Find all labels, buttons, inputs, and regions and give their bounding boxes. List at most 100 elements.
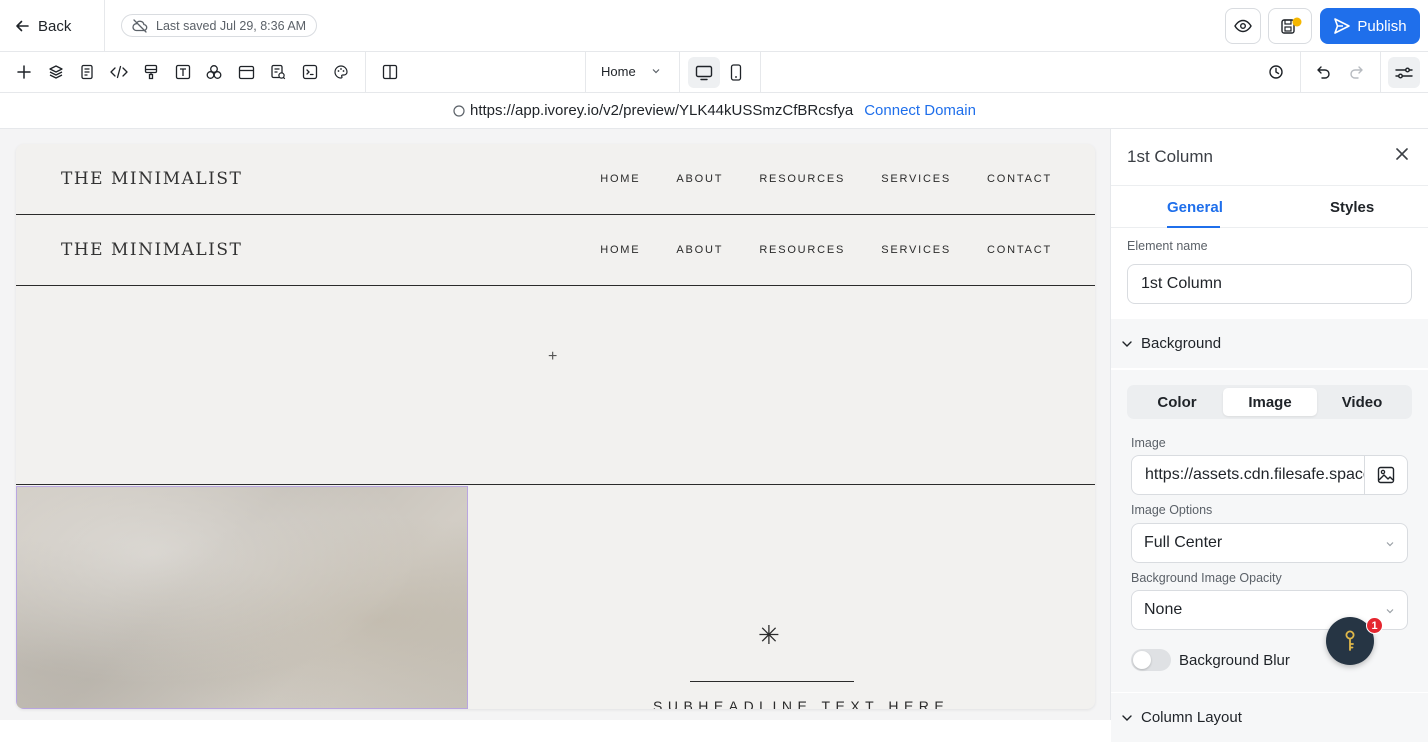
publish-button[interactable]: Publish <box>1320 8 1420 44</box>
chevron-down-icon <box>1385 606 1395 616</box>
header-section[interactable]: THE MINIMALIST HOME ABOUT RESOURCES SERV… <box>16 215 1095 286</box>
tab-general[interactable]: General <box>1167 199 1223 216</box>
image-options-label: Image Options <box>1131 503 1213 517</box>
image-url-input[interactable]: https://assets.cdn.filesafe.space <box>1131 455 1365 495</box>
script-icon[interactable] <box>300 62 320 82</box>
nav-item-services[interactable]: SERVICES <box>881 173 951 185</box>
url-bar: https://app.ivorey.io/v2/preview/YLK44kU… <box>0 93 1428 129</box>
desktop-view-button[interactable] <box>688 57 720 88</box>
opacity-label: Background Image Opacity <box>1131 571 1282 585</box>
editor-canvas: THE MINIMALIST HOME ABOUT RESOURCES SERV… <box>0 129 1110 720</box>
divider <box>104 0 105 52</box>
image-options-value: Full Center <box>1144 534 1223 551</box>
undo-icon[interactable] <box>1314 62 1334 82</box>
nav-item-resources[interactable]: RESOURCES <box>759 244 845 256</box>
image-label: Image <box>1131 436 1166 450</box>
mobile-icon <box>730 64 742 81</box>
mobile-view-button[interactable] <box>720 57 752 88</box>
chevron-down-icon <box>1121 338 1133 350</box>
cloud-off-icon <box>132 18 148 33</box>
element-name-input[interactable]: 1st Column <box>1127 264 1412 304</box>
divider <box>1380 52 1381 93</box>
section-icon[interactable] <box>236 62 256 82</box>
settings-panel-button[interactable] <box>1388 57 1420 88</box>
connect-domain-link[interactable]: Connect Domain <box>864 102 976 119</box>
save-status-badge: Last saved Jul 29, 8:36 AM <box>121 14 318 37</box>
active-tab-indicator <box>1167 226 1220 228</box>
opacity-value: None <box>1144 601 1183 618</box>
divider <box>1300 52 1301 93</box>
arrow-left-icon <box>14 18 30 34</box>
redo-icon[interactable] <box>1346 62 1366 82</box>
code-icon[interactable] <box>109 62 129 82</box>
divider <box>760 52 761 93</box>
divider <box>365 52 366 93</box>
layers-icon[interactable] <box>46 62 66 82</box>
globe-icon <box>453 104 465 117</box>
columns-icon[interactable] <box>380 62 400 82</box>
background-section-header[interactable]: Background <box>1111 319 1428 368</box>
close-icon[interactable] <box>1395 147 1409 161</box>
sliders-icon <box>1395 66 1413 80</box>
image-options-select[interactable]: Full Center <box>1131 523 1408 563</box>
palette-icon[interactable] <box>331 62 351 82</box>
asterisk-icon: ✳ <box>758 620 780 650</box>
divider <box>679 52 680 93</box>
column-layout-section-header[interactable]: Column Layout <box>1111 693 1428 742</box>
eye-icon <box>1234 19 1252 33</box>
editor-toolbar: Home <box>0 52 1428 93</box>
nav-menu[interactable]: HOME ABOUT RESOURCES SERVICES CONTACT <box>600 244 1052 256</box>
nav-item-contact[interactable]: CONTACT <box>987 173 1052 185</box>
divider-line <box>690 681 854 682</box>
add-element-button[interactable]: + <box>548 348 557 366</box>
nav-item-home[interactable]: HOME <box>600 244 640 256</box>
back-button[interactable]: Back <box>14 14 71 38</box>
preview-button[interactable] <box>1225 8 1261 44</box>
page-selector[interactable]: Home <box>601 64 636 79</box>
panel-tabs: General Styles <box>1111 185 1428 228</box>
shapes-icon[interactable] <box>204 62 224 82</box>
nav-item-contact[interactable]: CONTACT <box>987 244 1052 256</box>
desktop-icon <box>695 65 713 81</box>
history-icon[interactable] <box>1266 62 1286 82</box>
nav-menu[interactable]: HOME ABOUT RESOURCES SERVICES CONTACT <box>600 173 1052 185</box>
nav-item-services[interactable]: SERVICES <box>881 244 951 256</box>
back-label: Back <box>38 17 72 35</box>
nav-item-about[interactable]: ABOUT <box>676 244 723 256</box>
key-icon <box>1342 630 1358 652</box>
column-layout-section-label: Column Layout <box>1141 709 1242 726</box>
subheadline-text[interactable]: SUBHEADLINE TEXT HERE <box>653 698 949 709</box>
empty-section[interactable]: + <box>16 286 1095 485</box>
publish-label: Publish <box>1357 17 1407 35</box>
nav-item-about[interactable]: ABOUT <box>676 173 723 185</box>
image-icon <box>1377 466 1395 484</box>
paint-icon[interactable] <box>141 62 161 82</box>
page-preview: THE MINIMALIST HOME ABOUT RESOURCES SERV… <box>16 144 1095 709</box>
first-column-image[interactable] <box>16 486 468 709</box>
top-bar: Back Last saved Jul 29, 8:36 AM Publish <box>0 0 1428 52</box>
chevron-down-icon <box>1121 712 1133 724</box>
forms-icon[interactable] <box>268 62 288 82</box>
preview-url[interactable]: https://app.ivorey.io/v2/preview/YLK44kU… <box>470 102 853 119</box>
background-type-selector: Color Image Video <box>1127 385 1412 419</box>
bg-type-video[interactable]: Video <box>1315 388 1409 416</box>
bg-type-color[interactable]: Color <box>1130 388 1224 416</box>
save-status-text: Last saved Jul 29, 8:36 AM <box>156 18 307 33</box>
notification-badge: 1 <box>1366 617 1383 634</box>
tab-styles[interactable]: Styles <box>1330 199 1374 216</box>
site-logo[interactable]: THE MINIMALIST <box>61 240 242 260</box>
bg-type-image[interactable]: Image <box>1223 388 1317 416</box>
element-name-label: Element name <box>1127 239 1208 253</box>
save-button[interactable] <box>1268 8 1312 44</box>
nav-item-home[interactable]: HOME <box>600 173 640 185</box>
send-icon <box>1333 17 1351 35</box>
nav-item-resources[interactable]: RESOURCES <box>759 173 845 185</box>
text-icon[interactable] <box>173 62 193 82</box>
chevron-down-icon[interactable] <box>651 66 661 76</box>
add-icon[interactable] <box>14 62 34 82</box>
background-blur-toggle[interactable] <box>1131 649 1171 671</box>
page-icon[interactable] <box>77 62 97 82</box>
header-section[interactable]: THE MINIMALIST HOME ABOUT RESOURCES SERV… <box>16 144 1095 215</box>
site-logo[interactable]: THE MINIMALIST <box>61 169 242 189</box>
image-picker-button[interactable] <box>1364 455 1408 495</box>
